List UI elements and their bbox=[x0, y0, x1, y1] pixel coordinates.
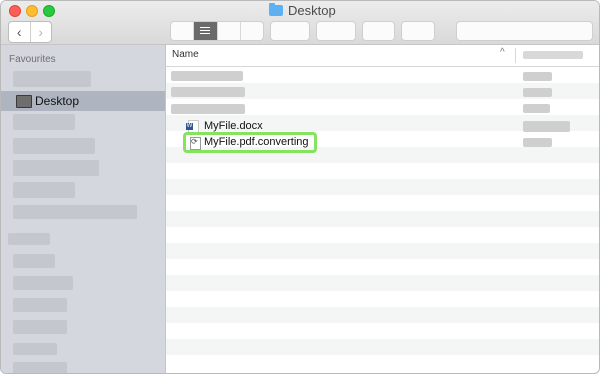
sidebar-item-placeholder[interactable] bbox=[13, 298, 67, 312]
column-header: Name ^ bbox=[166, 45, 599, 67]
forward-button[interactable]: › bbox=[29, 22, 52, 42]
column-divider bbox=[515, 48, 516, 63]
file-name-placeholder[interactable] bbox=[171, 87, 245, 97]
action-button[interactable] bbox=[316, 21, 356, 41]
list-row bbox=[166, 307, 599, 323]
file-name: MyFile.docx bbox=[204, 120, 263, 132]
sidebar-item-placeholder[interactable] bbox=[13, 343, 57, 355]
list-row bbox=[166, 323, 599, 339]
file-date-placeholder bbox=[523, 72, 552, 81]
sidebar-item-label: Desktop bbox=[35, 94, 80, 108]
list-view-icon bbox=[200, 26, 211, 36]
chevron-right-icon: › bbox=[38, 24, 44, 40]
sidebar-item-desktop[interactable]: Desktop bbox=[1, 91, 165, 111]
folder-icon bbox=[269, 2, 283, 16]
minimize-button[interactable] bbox=[26, 5, 38, 17]
sidebar-item-placeholder[interactable] bbox=[13, 114, 75, 130]
highlight-box bbox=[183, 132, 317, 153]
sidebar-item-placeholder[interactable] bbox=[13, 362, 67, 373]
sort-indicator-icon: ^ bbox=[500, 47, 505, 58]
finder-window: Desktop ‹ › Favourites Desktop Name ^ W … bbox=[0, 0, 600, 374]
column-view-button[interactable] bbox=[216, 22, 240, 40]
list-view-button[interactable] bbox=[193, 22, 217, 40]
sidebar-item-placeholder[interactable] bbox=[13, 71, 91, 87]
view-mode-control bbox=[170, 21, 264, 41]
search-field[interactable] bbox=[456, 21, 593, 41]
list-row bbox=[166, 355, 599, 371]
sidebar-item-placeholder[interactable] bbox=[13, 182, 75, 198]
list-row bbox=[166, 275, 599, 291]
zoom-button[interactable] bbox=[43, 5, 55, 17]
sidebar-item-placeholder[interactable] bbox=[13, 320, 67, 334]
sidebar-item-placeholder[interactable] bbox=[13, 254, 55, 268]
sidebar-item-placeholder[interactable] bbox=[13, 276, 73, 290]
sidebar-section-title: Favourites bbox=[9, 54, 56, 65]
sidebar: Favourites Desktop bbox=[1, 45, 166, 373]
sidebar-item-placeholder[interactable] bbox=[13, 160, 99, 176]
list-row bbox=[166, 339, 599, 355]
back-button[interactable]: ‹ bbox=[9, 22, 30, 42]
tags-button[interactable] bbox=[401, 21, 435, 41]
list-row bbox=[166, 179, 599, 195]
group-button[interactable] bbox=[270, 21, 310, 41]
window-title-text: Desktop bbox=[288, 2, 336, 18]
file-date-placeholder bbox=[523, 88, 552, 97]
file-name-placeholder[interactable] bbox=[171, 71, 243, 81]
chevron-left-icon: ‹ bbox=[16, 24, 22, 40]
window-title: Desktop bbox=[269, 2, 336, 18]
sidebar-item-placeholder[interactable] bbox=[13, 138, 95, 154]
share-button[interactable] bbox=[362, 21, 395, 41]
name-column-header[interactable]: Name bbox=[172, 49, 199, 60]
list-row bbox=[166, 259, 599, 275]
icon-view-button[interactable] bbox=[171, 22, 193, 40]
list-row bbox=[166, 195, 599, 211]
title-bar: Desktop ‹ › bbox=[1, 1, 599, 45]
close-button[interactable] bbox=[9, 5, 21, 17]
gallery-view-button[interactable] bbox=[239, 22, 263, 40]
file-name-placeholder[interactable] bbox=[171, 104, 245, 114]
file-date-placeholder bbox=[523, 104, 550, 113]
file-date-placeholder bbox=[523, 138, 552, 147]
list-row bbox=[166, 243, 599, 259]
navigation-buttons: ‹ › bbox=[8, 21, 52, 43]
list-row bbox=[166, 227, 599, 243]
sidebar-section-placeholder bbox=[8, 233, 50, 245]
list-row bbox=[166, 163, 599, 179]
sidebar-item-placeholder[interactable] bbox=[13, 205, 137, 219]
list-row bbox=[166, 291, 599, 307]
file-date-placeholder bbox=[523, 121, 570, 132]
file-list: Name ^ W MyFile.docx ⟳ MyFile.pdf.conver… bbox=[166, 45, 599, 373]
list-row bbox=[166, 211, 599, 227]
date-column-header-placeholder[interactable] bbox=[523, 51, 583, 59]
desktop-icon bbox=[16, 95, 32, 108]
